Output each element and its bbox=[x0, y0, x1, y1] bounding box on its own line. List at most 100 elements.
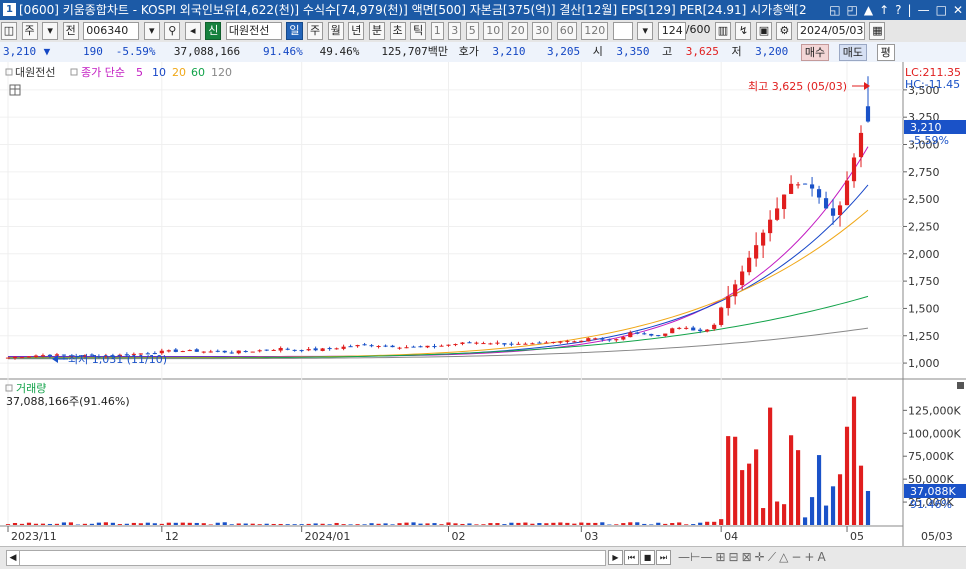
period-month[interactable]: 월 bbox=[328, 22, 344, 40]
candle-body bbox=[768, 220, 772, 233]
pane-menu-icon[interactable] bbox=[957, 382, 964, 389]
volume-bar bbox=[859, 466, 863, 525]
layout-icon[interactable]: ◫ bbox=[1, 22, 17, 40]
flat-button[interactable]: 평 bbox=[877, 44, 895, 61]
interval-dropdown-icon[interactable]: ▾ bbox=[637, 22, 653, 40]
volume-bar bbox=[48, 524, 52, 525]
candle-body bbox=[41, 355, 45, 356]
date-input[interactable]: 2024/05/03 bbox=[797, 22, 865, 40]
volume-rate-tag: 91.46% bbox=[910, 498, 952, 511]
candle-body bbox=[195, 349, 199, 352]
volume-bar bbox=[83, 524, 87, 525]
maximize-icon[interactable]: □ bbox=[936, 0, 947, 20]
vol-ratio-1: 91.46% bbox=[247, 42, 303, 62]
close-icon[interactable]: ✕ bbox=[953, 0, 963, 20]
interval-10[interactable]: 10 bbox=[483, 22, 503, 40]
candle-body bbox=[628, 332, 632, 337]
up-icon[interactable]: ↑ bbox=[879, 0, 889, 20]
volume-bar bbox=[335, 523, 339, 525]
volume-bar bbox=[118, 524, 122, 525]
chart-area[interactable]: 1,0001,2501,5001,7502,0002,2502,5002,750… bbox=[0, 62, 966, 546]
stock-name-field[interactable]: 대원전선 bbox=[226, 22, 282, 40]
period-year[interactable]: 년 bbox=[348, 22, 364, 40]
indicator-icon[interactable]: ▥ bbox=[715, 22, 731, 40]
candle-body bbox=[600, 338, 604, 339]
price-tick-label: 2,250 bbox=[908, 220, 940, 233]
count-input[interactable]: 124 bbox=[658, 22, 686, 40]
volume-bar bbox=[153, 523, 157, 525]
interval-input[interactable] bbox=[613, 22, 633, 40]
candle-body bbox=[369, 345, 373, 346]
zoom-in-button[interactable]: + bbox=[804, 550, 814, 564]
interval-1[interactable]: 1 bbox=[431, 22, 444, 40]
legend-stock-name[interactable]: 대원전선 bbox=[15, 66, 55, 79]
search-icon[interactable]: ⚲ bbox=[164, 22, 180, 40]
copy-icon[interactable]: ◰ bbox=[847, 0, 858, 20]
zoom-slider-icon[interactable]: —⊢— bbox=[678, 550, 712, 564]
candle-body bbox=[411, 347, 415, 348]
candle-body bbox=[663, 334, 667, 336]
stop-icon[interactable]: ■ bbox=[640, 550, 655, 565]
period-tick[interactable]: 틱 bbox=[410, 22, 426, 40]
price-tick-label: 1,750 bbox=[908, 275, 940, 288]
scroll-left-icon[interactable]: ◀ bbox=[7, 551, 20, 565]
period-second[interactable]: 초 bbox=[390, 22, 406, 40]
shape-icon[interactable]: △ bbox=[779, 550, 788, 564]
crosshair-icon[interactable]: ✛ bbox=[755, 550, 765, 564]
candle-body bbox=[824, 198, 828, 208]
draw-icon[interactable]: ↯ bbox=[735, 22, 751, 40]
trend-icon[interactable]: ⟋ bbox=[768, 550, 776, 565]
candle-body bbox=[314, 348, 318, 350]
stock-code-input[interactable]: 006340 bbox=[83, 22, 139, 40]
period-day[interactable]: 일 bbox=[286, 22, 302, 40]
candle-body bbox=[677, 328, 681, 329]
interval-30[interactable]: 30 bbox=[532, 22, 552, 40]
candle-body bbox=[230, 352, 234, 353]
all-button[interactable]: 전 bbox=[63, 22, 79, 40]
auto-icon[interactable]: A bbox=[817, 550, 825, 564]
date-tick-label: 12 bbox=[165, 530, 179, 543]
volume-bar bbox=[635, 522, 639, 525]
interval-5[interactable]: 5 bbox=[466, 22, 479, 40]
settings-gear-icon[interactable]: ⚙ bbox=[776, 22, 792, 40]
period-week[interactable]: 주 bbox=[307, 22, 323, 40]
volume-bar bbox=[782, 504, 786, 525]
period-minute[interactable]: 분 bbox=[369, 22, 385, 40]
sell-button[interactable]: 매도 bbox=[839, 44, 867, 61]
split2-icon[interactable]: ⊟ bbox=[729, 550, 739, 564]
volume-title[interactable]: 거래량 bbox=[16, 382, 46, 395]
minimize-icon[interactable]: — bbox=[918, 0, 930, 20]
candle-body bbox=[432, 346, 436, 347]
legend-ma-label[interactable]: 종가 단순 bbox=[81, 66, 125, 79]
split-icon[interactable]: ⊞ bbox=[715, 550, 725, 564]
zoom-out-button[interactable]: − bbox=[791, 550, 801, 564]
code-dropdown-icon[interactable]: ▾ bbox=[144, 22, 160, 40]
date-tick-label: 02 bbox=[451, 530, 465, 543]
candle-body bbox=[656, 335, 660, 336]
stock-type-button[interactable]: 주 bbox=[22, 22, 38, 40]
save-icon[interactable]: ▣ bbox=[756, 22, 772, 40]
play-icon[interactable]: ▶ bbox=[608, 550, 623, 565]
candle-body bbox=[300, 350, 304, 351]
history-icon[interactable]: ◂ bbox=[185, 22, 201, 40]
interval-3[interactable]: 3 bbox=[448, 22, 461, 40]
high-price: 3,625 bbox=[679, 42, 719, 62]
interval-60[interactable]: 60 bbox=[557, 22, 577, 40]
first-icon[interactable]: ⏮ bbox=[624, 550, 639, 565]
calendar-icon[interactable]: ▦ bbox=[869, 22, 885, 40]
horizontal-scrollbar[interactable]: ◀ bbox=[6, 550, 606, 566]
volume-bar bbox=[363, 524, 367, 525]
buy-button[interactable]: 매수 bbox=[801, 44, 829, 61]
link-icon[interactable]: ◱ bbox=[829, 0, 840, 20]
fit-icon[interactable]: ⊠ bbox=[742, 550, 752, 564]
bottom-toolbar: ◀ ▶⏮■⏭ —⊢—⊞ ⊟⊠✛⟋△−+A bbox=[0, 546, 966, 569]
interval-20[interactable]: 20 bbox=[508, 22, 528, 40]
pin-icon[interactable]: ▲ bbox=[864, 0, 873, 20]
volume-bar bbox=[803, 517, 807, 525]
volume-bar bbox=[824, 506, 828, 525]
help-icon[interactable]: ? bbox=[895, 0, 901, 20]
candle-body bbox=[223, 351, 227, 353]
interval-120[interactable]: 120 bbox=[581, 22, 608, 40]
dropdown-icon[interactable]: ▾ bbox=[42, 22, 58, 40]
last-icon[interactable]: ⏭ bbox=[656, 550, 671, 565]
